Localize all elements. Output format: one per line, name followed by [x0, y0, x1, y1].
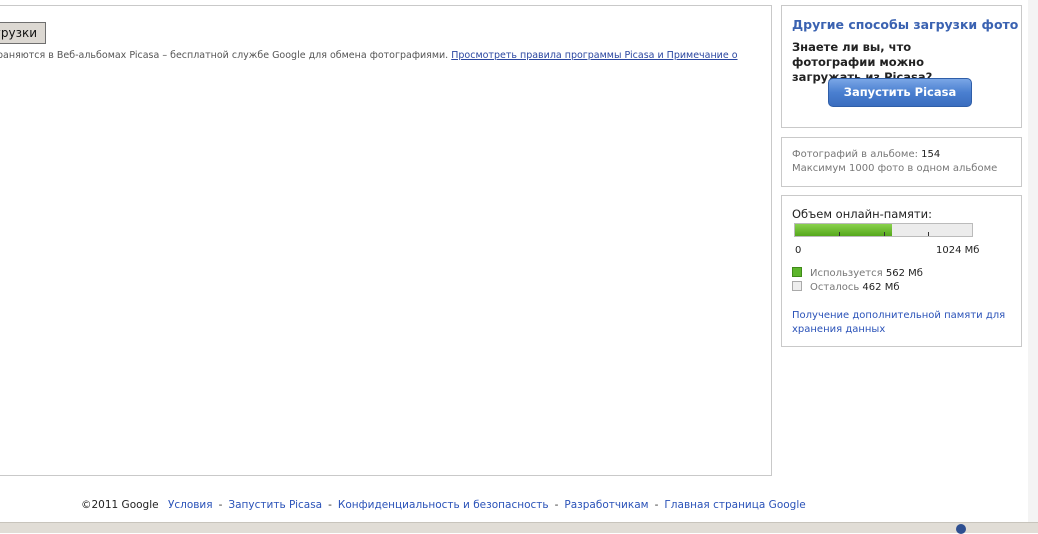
storage-box: Объем онлайн-памяти: 0 1024 Мб Используе…	[781, 195, 1022, 347]
legend-free-value: 462 Мб	[862, 282, 900, 293]
footer-link-privacy[interactable]: Конфиденциальность и безопасность	[338, 499, 549, 511]
album-info-box: Фотографий в альбоме: 154 Максимум 1000 …	[781, 137, 1022, 187]
legend-used: Используется 562 Мб	[792, 267, 923, 279]
storage-min-label: 0	[795, 245, 802, 256]
terms-line: раняются в Веб-альбомах Picasa – бесплат…	[0, 50, 738, 61]
storage-usage-fill	[795, 224, 893, 236]
footer: ©2011 Google Условия - Запустить Picasa - Ко…	[81, 499, 806, 511]
free-swatch-icon	[792, 281, 802, 291]
storage-bar-tick	[839, 232, 840, 236]
terms-text: раняются в Веб-альбомах Picasa – бесплат…	[0, 50, 449, 61]
horizontal-scrollbar[interactable]	[0, 522, 1038, 533]
other-upload-ways-title: Другие способы загрузки фото	[792, 17, 1019, 32]
legend-free-label: Осталось	[810, 282, 860, 293]
footer-link-google-home[interactable]: Главная страница Google	[664, 499, 805, 511]
legend-used-value: 562 Мб	[885, 268, 923, 279]
footer-copyright: ©2011 Google	[81, 499, 159, 511]
storage-bar-tick	[928, 232, 929, 236]
vertical-scrollbar[interactable]	[1028, 0, 1038, 532]
legend-free: Осталось 462 Мб	[792, 281, 899, 293]
upload-button[interactable]: грузки	[0, 22, 46, 44]
upload-panel: грузки раняются в Веб-альбомах Picasa – …	[0, 5, 772, 476]
storage-max-label: 1024 Мб	[936, 245, 980, 256]
footer-link-terms[interactable]: Условия	[168, 499, 213, 511]
footer-link-launch-picasa[interactable]: Запустить Picasa	[228, 499, 322, 511]
terms-link[interactable]: Просмотреть правила программы Picasa и П…	[451, 50, 737, 61]
other-upload-ways-box: Другие способы загрузки фото Знаете ли в…	[781, 5, 1022, 128]
storage-title: Объем онлайн-памяти:	[792, 207, 932, 221]
get-more-storage-link[interactable]: Получение дополнительной памяти для хран…	[792, 309, 1007, 337]
storage-bar-tick	[884, 232, 885, 236]
album-max-text: Максимум 1000 фото в одном альбоме	[792, 163, 998, 174]
legend-used-label: Используется	[810, 268, 883, 279]
storage-usage-bar	[794, 223, 973, 237]
used-swatch-icon	[792, 267, 802, 277]
footer-link-developers[interactable]: Разработчикам	[564, 499, 648, 511]
launch-picasa-button[interactable]: Запустить Picasa	[828, 78, 972, 107]
album-photo-count-label: Фотографий в альбоме:	[792, 149, 918, 160]
help-icon[interactable]	[956, 524, 966, 534]
album-photo-count-value: 154	[921, 149, 941, 160]
album-photo-count: Фотографий в альбоме: 154	[792, 149, 940, 160]
